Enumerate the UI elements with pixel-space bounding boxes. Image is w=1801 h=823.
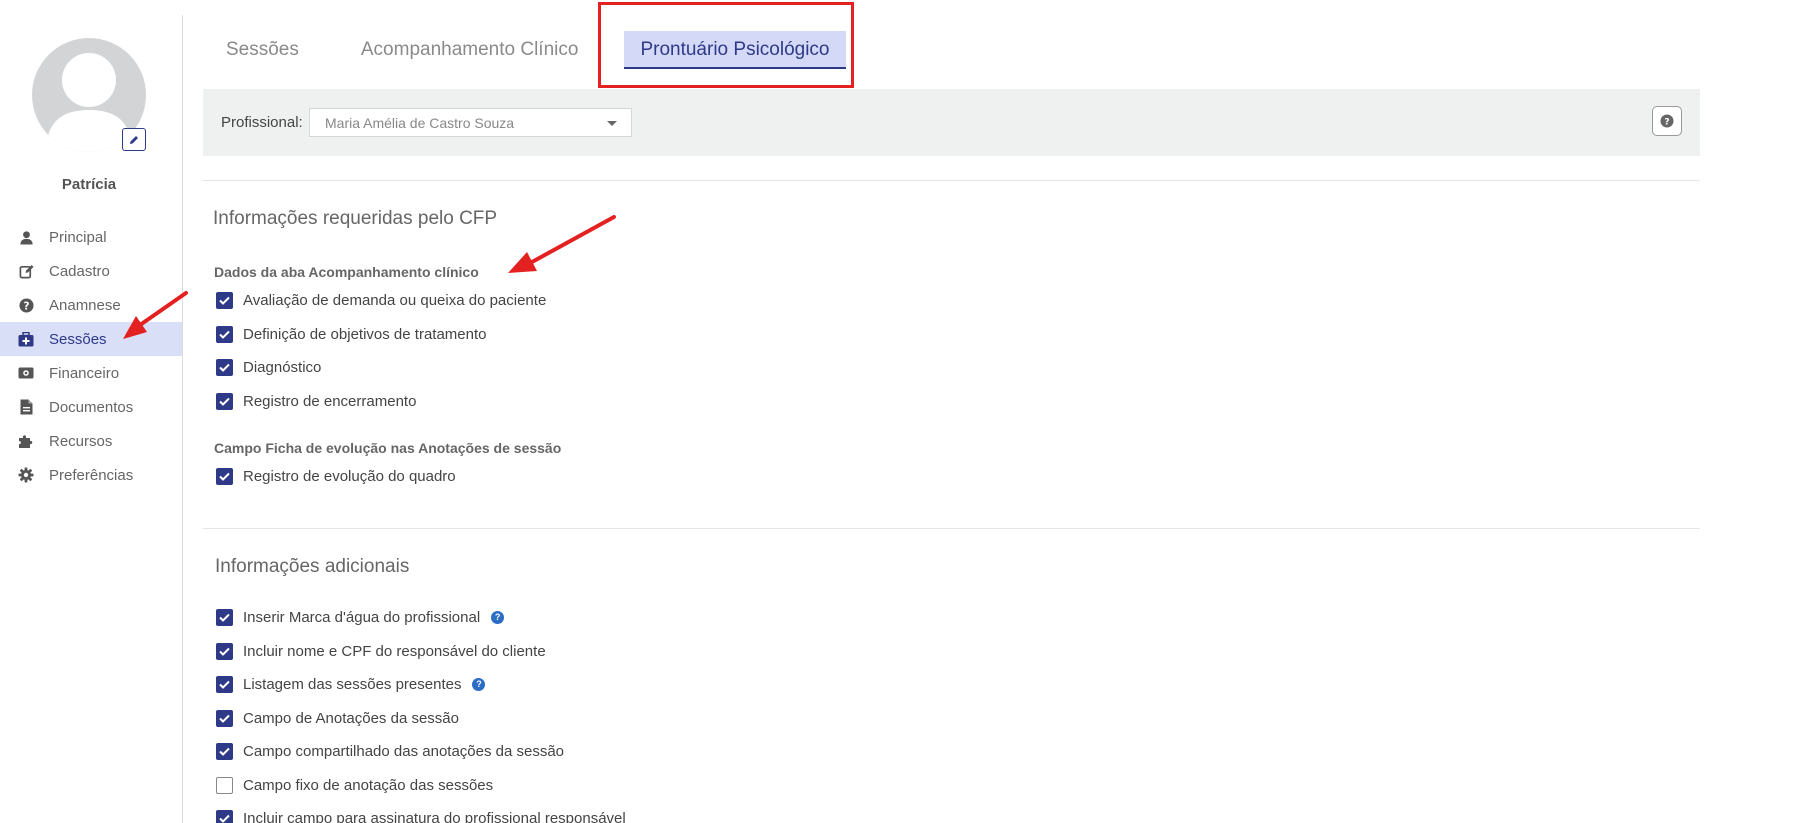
checkbox[interactable] (216, 809, 233, 823)
checkbox-row[interactable]: Registro de evolução do quadro (216, 465, 456, 487)
checkbox[interactable] (216, 392, 233, 410)
checkbox[interactable] (216, 608, 233, 626)
sidebar-item-preferencias[interactable]: Preferências (0, 458, 182, 492)
checkbox-row[interactable]: Campo de Anotações da sessão (216, 707, 459, 729)
professional-select-value: Maria Amélia de Castro Souza (325, 114, 515, 131)
sidebar-item-principal[interactable]: Principal (0, 220, 182, 254)
tab-acompanhamento-clinico[interactable]: Acompanhamento Clínico (345, 31, 595, 69)
checkbox-label: Campo compartilhado das anotações da ses… (243, 742, 565, 760)
check-icon (219, 747, 230, 756)
checkbox-label: Diagnóstico (243, 358, 322, 376)
checkbox[interactable] (216, 325, 233, 343)
checkbox-label: Definição de objetivos de tratamento (243, 325, 487, 343)
checkbox-label: Campo de Anotações da sessão (243, 709, 459, 727)
cfp-section-title: Informações requeridas pelo CFP (213, 208, 498, 229)
checkbox-row[interactable]: Diagnóstico (216, 356, 321, 378)
checkbox[interactable] (216, 742, 233, 760)
checkbox-label: Campo fixo de anotação das sessões (243, 776, 494, 794)
sidebar-item-label: Documentos (49, 398, 134, 416)
sidebar-item-label: Financeiro (49, 364, 120, 382)
sidebar-item-cadastro[interactable]: Cadastro (0, 254, 182, 288)
check-icon (219, 296, 230, 305)
sidebar-item-label: Anamnese (49, 296, 121, 314)
sidebar-item-label: Preferências (49, 466, 134, 484)
checkbox-row[interactable]: Registro de encerramento (216, 390, 416, 412)
sidebar-item-label: Principal (49, 228, 107, 246)
checkbox[interactable] (216, 467, 233, 485)
checkbox-row[interactable]: Campo fixo de anotação das sessões (216, 774, 493, 796)
checkbox-row[interactable]: Incluir nome e CPF do responsável do cli… (216, 640, 546, 662)
money-bill-icon (18, 365, 34, 381)
sidebar: Patrícia Principal Cadastro ? Anamnese S… (0, 0, 183, 823)
checkbox-label: Avaliação de demanda ou queixa do pacien… (243, 291, 547, 309)
group-title-ficha-evolucao: Campo Ficha de evolução nas Anotações de… (214, 440, 562, 456)
sidebar-nav: Principal Cadastro ? Anamnese Sessões Fi… (0, 220, 182, 492)
sidebar-divider (182, 15, 183, 823)
check-icon (219, 397, 230, 406)
checkbox-label: Incluir campo para assinatura do profiss… (243, 809, 626, 823)
sidebar-item-sessoes[interactable]: Sessões (0, 322, 182, 356)
sidebar-item-recursos[interactable]: Recursos (0, 424, 182, 458)
check-icon (219, 714, 230, 723)
checkbox[interactable] (216, 776, 233, 794)
checkbox-row[interactable]: Inserir Marca d'água do profissional ? (216, 606, 505, 628)
sidebar-item-label: Recursos (49, 432, 113, 450)
svg-text:?: ? (1664, 118, 1669, 128)
check-icon (219, 330, 230, 339)
checkbox-row[interactable]: Definição de objetivos de tratamento (216, 323, 486, 345)
checkbox-label: Registro de evolução do quadro (243, 467, 456, 485)
checkbox[interactable] (216, 642, 233, 660)
group-title-acompanhamento: Dados da aba Acompanhamento clínico (214, 264, 479, 280)
svg-text:?: ? (23, 300, 29, 312)
sidebar-item-documentos[interactable]: Documentos (0, 390, 182, 424)
pencil-icon (130, 135, 138, 144)
checkbox-row[interactable]: Incluir campo para assinatura do profiss… (216, 807, 626, 823)
professional-select[interactable]: Maria Amélia de Castro Souza (309, 108, 632, 137)
check-icon (219, 680, 230, 689)
info-icon[interactable]: ? (472, 677, 486, 691)
sidebar-item-anamnese[interactable]: ? Anamnese (0, 288, 182, 322)
help-button[interactable]: ? (1652, 106, 1682, 136)
question-circle-icon: ? (18, 297, 34, 313)
checkbox-row[interactable]: Campo compartilhado das anotações da ses… (216, 740, 564, 762)
checkbox[interactable] (216, 709, 233, 727)
check-icon (219, 363, 230, 372)
filter-bar: Profissional: Maria Amélia de Castro Sou… (203, 89, 1700, 156)
user-name: Patrícia (61, 176, 117, 193)
checkbox-row[interactable]: Avaliação de demanda ou queixa do pacien… (216, 289, 546, 311)
additional-section-title: Informações adicionais (215, 556, 410, 577)
section-divider (203, 528, 1700, 529)
check-icon (219, 814, 230, 823)
checkbox-label: Incluir nome e CPF do responsável do cli… (243, 642, 546, 660)
check-icon (219, 472, 230, 481)
briefcase-medical-icon (18, 331, 34, 347)
question-circle-icon: ? (1660, 114, 1674, 128)
puzzle-piece-icon (18, 433, 34, 449)
check-icon (219, 647, 230, 656)
file-icon (18, 399, 34, 415)
sidebar-item-label: Cadastro (49, 262, 110, 280)
gear-icon (18, 467, 34, 483)
user-icon (18, 229, 34, 245)
tab-sessoes[interactable]: Sessões (210, 31, 315, 69)
annotation-arrow-icon (508, 215, 616, 273)
edit-avatar-button[interactable] (122, 128, 146, 151)
check-icon (219, 613, 230, 622)
section-divider (203, 180, 1700, 181)
info-icon[interactable]: ? (491, 610, 505, 624)
professional-label: Profissional: (221, 114, 303, 131)
sidebar-item-financeiro[interactable]: Financeiro (0, 356, 182, 390)
checkbox-row[interactable]: Listagem das sessões presentes ? (216, 673, 486, 695)
sidebar-item-label: Sessões (49, 330, 107, 348)
checkbox[interactable] (216, 358, 233, 376)
checkbox[interactable] (216, 291, 233, 309)
chevron-down-icon (607, 121, 617, 126)
checkbox-label: Inserir Marca d'água do profissional (243, 608, 481, 626)
checkbox[interactable] (216, 675, 233, 693)
checkbox-label: Registro de encerramento (243, 392, 417, 410)
checkbox-label: Listagem das sessões presentes (243, 675, 462, 693)
edit-icon (18, 263, 34, 279)
annotation-highlight-box (598, 2, 854, 88)
